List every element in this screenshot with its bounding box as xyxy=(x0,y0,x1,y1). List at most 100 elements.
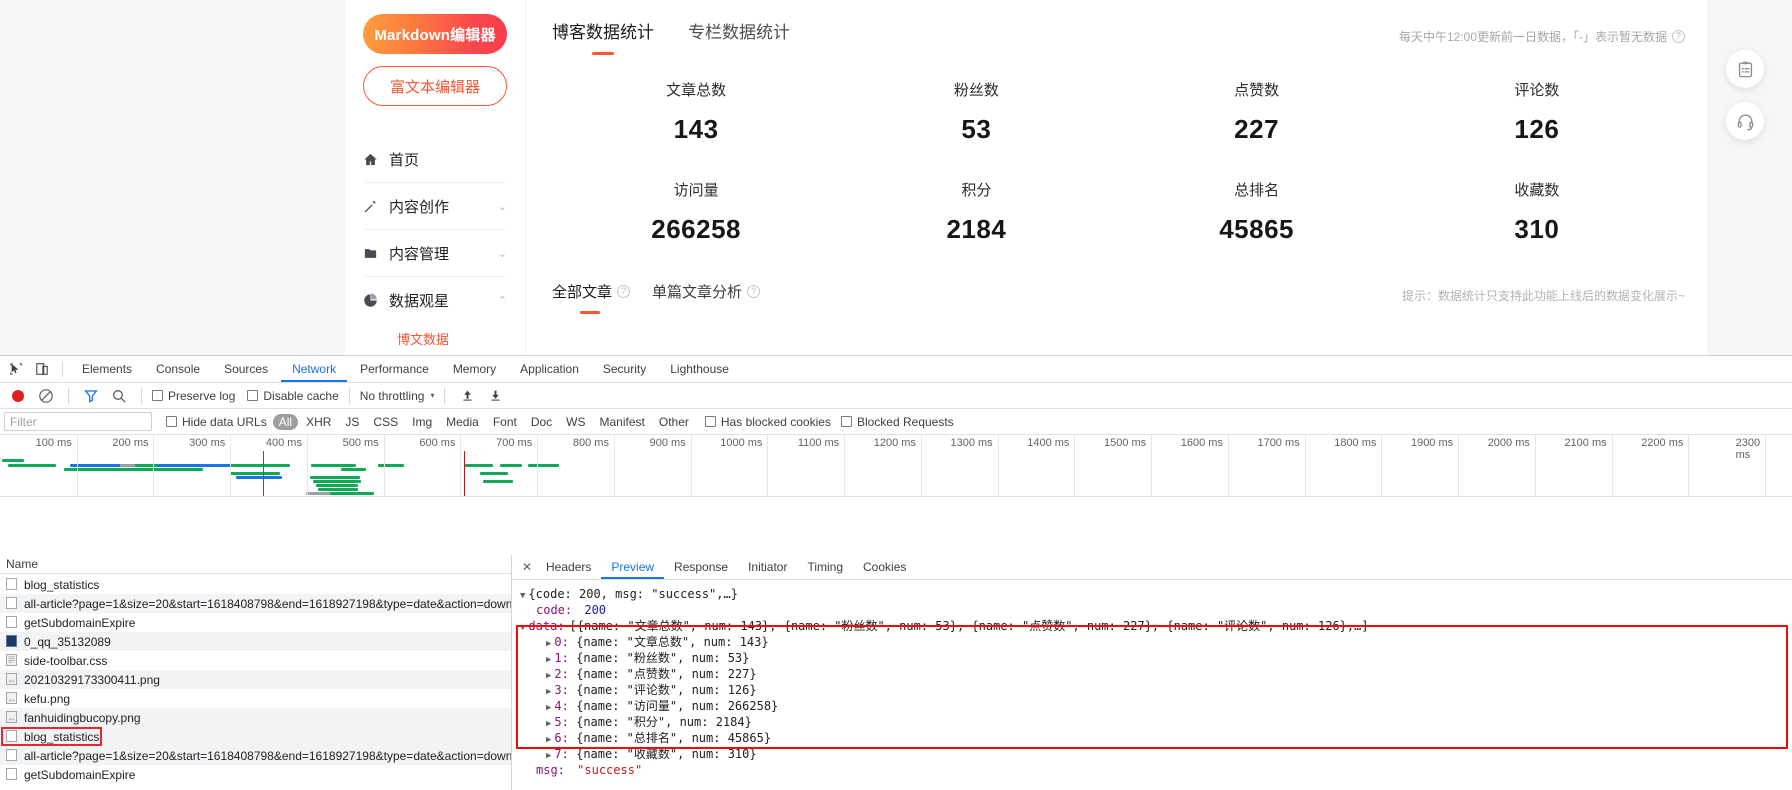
json-array-item[interactable]: ▶ 0: {name: "文章总数", num: 143} xyxy=(520,634,1792,650)
xhr-icon xyxy=(6,768,18,781)
devtools-tab-network[interactable]: Network xyxy=(281,356,347,382)
sidebar-subitem-blog-data[interactable]: 博文数据 xyxy=(363,323,507,348)
clear-icon[interactable] xyxy=(34,385,58,407)
disable-cache-checkbox[interactable]: Disable cache xyxy=(247,389,339,403)
table-row[interactable]: fanhuidingbucopy.png xyxy=(0,708,511,727)
markdown-editor-button[interactable]: Markdown编辑器 xyxy=(363,14,507,54)
detail-tab-cookies[interactable]: Cookies xyxy=(853,555,916,579)
filter-type-css[interactable]: CSS xyxy=(367,414,404,430)
filter-type-media[interactable]: Media xyxy=(440,414,485,430)
json-root-line[interactable]: ▼ {code: 200, msg: "success",…} xyxy=(520,586,1792,602)
filter-type-xhr[interactable]: XHR xyxy=(300,414,337,430)
expand-arrow-icon[interactable]: ▼ xyxy=(520,591,525,601)
tab-all-articles[interactable]: 全部文章 ? xyxy=(552,281,631,314)
sidebar-item-home[interactable]: 首页 xyxy=(363,136,507,182)
json-array-item[interactable]: ▶ 6: {name: "总排名", num: 45865} xyxy=(520,730,1792,746)
requests-column-header[interactable]: Name xyxy=(0,555,511,574)
chevron-down-icon[interactable]: ⌄ xyxy=(493,200,507,213)
table-row[interactable]: blog_statistics xyxy=(0,575,511,594)
filter-type-js[interactable]: JS xyxy=(339,414,365,430)
table-row[interactable]: getSubdomainExpire xyxy=(0,613,511,632)
detail-tab-timing[interactable]: Timing xyxy=(797,555,853,579)
help-icon[interactable]: ? xyxy=(1672,30,1685,43)
expand-arrow-icon[interactable]: ▶ xyxy=(546,639,551,649)
json-array-item[interactable]: ▶ 2: {name: "点赞数", num: 227} xyxy=(520,666,1792,682)
devtools-tab-elements[interactable]: Elements xyxy=(71,356,143,382)
table-row[interactable]: 0_qq_35132089 xyxy=(0,632,511,651)
expand-arrow-icon[interactable]: ▶ xyxy=(546,671,551,681)
filter-type-ws[interactable]: WS xyxy=(560,414,591,430)
json-data-line[interactable]: ▼ data: [{name: "文章总数", num: 143}, {name: … xyxy=(520,618,1792,634)
expand-arrow-icon[interactable]: ▶ xyxy=(546,751,551,761)
blocked-requests-checkbox[interactable]: Blocked Requests xyxy=(840,414,954,429)
devtools-tab-application[interactable]: Application xyxy=(509,356,590,382)
json-preview[interactable]: ▼ {code: 200, msg: "success",…} code: 200… xyxy=(512,581,1792,790)
expand-arrow-icon[interactable]: ▶ xyxy=(546,719,551,729)
expand-arrow-icon[interactable]: ▶ xyxy=(546,735,551,745)
hide-data-urls-checkbox[interactable]: Hide data URLs xyxy=(166,415,267,429)
tab-column-statistics[interactable]: 专栏数据统计 xyxy=(688,18,790,53)
table-row[interactable]: kefu.png xyxy=(0,689,511,708)
filter-type-manifest[interactable]: Manifest xyxy=(594,414,651,430)
load-event-marker xyxy=(464,451,465,496)
has-blocked-cookies-checkbox[interactable]: Has blocked cookies xyxy=(704,415,831,429)
table-row[interactable]: all-article?page=1&size=20&start=1618408… xyxy=(0,746,511,765)
help-icon[interactable]: ? xyxy=(747,285,761,298)
stat-cell: 总排名 45865 xyxy=(1117,167,1397,267)
filter-icon[interactable] xyxy=(79,385,103,407)
chevron-up-icon[interactable]: ⌃ xyxy=(493,294,507,307)
sidebar-item-data-analytics[interactable]: 数据观星 ⌃ xyxy=(363,277,507,323)
devtools-tab-lighthouse[interactable]: Lighthouse xyxy=(659,356,740,382)
devtools-tab-sources[interactable]: Sources xyxy=(213,356,279,382)
requests-list[interactable]: blog_statistics all-article?page=1&size=2… xyxy=(0,575,511,790)
network-timeline-overview[interactable]: 100 ms 200 ms 300 ms 400 ms 500 ms 600 ms 700 … xyxy=(0,435,1792,497)
rich-text-editor-button[interactable]: 富文本编辑器 xyxy=(363,66,507,106)
expand-arrow-icon[interactable]: ▶ xyxy=(546,703,551,713)
expand-arrow-icon[interactable]: ▼ xyxy=(520,623,525,633)
json-array-item[interactable]: ▶ 4: {name: "访问量", num: 266258} xyxy=(520,698,1792,714)
json-array-item[interactable]: ▶ 5: {name: "积分", num: 2184} xyxy=(520,714,1792,730)
blocked-requests-label: Blocked Requests xyxy=(856,414,954,429)
tab-single-article-analysis[interactable]: 单篇文章分析 ? xyxy=(652,281,761,311)
filter-type-font[interactable]: Font xyxy=(487,414,523,430)
download-icon[interactable] xyxy=(483,385,507,407)
device-toolbar-icon[interactable] xyxy=(30,358,54,380)
table-row[interactable]: getSubdomainExpire xyxy=(0,765,511,784)
json-array-item[interactable]: ▶ 1: {name: "粉丝数", num: 53} xyxy=(520,650,1792,666)
inspect-element-icon[interactable] xyxy=(4,358,28,380)
preserve-log-checkbox[interactable]: Preserve log xyxy=(152,389,235,403)
help-icon[interactable]: ? xyxy=(617,285,631,298)
filter-input[interactable] xyxy=(4,412,152,431)
json-array-item[interactable]: ▶ 7: {name: "收藏数", num: 310} xyxy=(520,746,1792,762)
detail-tab-preview[interactable]: Preview xyxy=(601,555,664,579)
tab-blog-statistics[interactable]: 博客数据统计 xyxy=(552,18,654,53)
upload-icon[interactable] xyxy=(455,385,479,407)
sidebar-item-content-creation[interactable]: 内容创作 ⌄ xyxy=(363,183,507,229)
search-icon[interactable] xyxy=(107,385,131,407)
filter-type-other[interactable]: Other xyxy=(653,414,695,430)
chevron-down-icon[interactable]: ⌄ xyxy=(493,247,507,260)
detail-tab-initiator[interactable]: Initiator xyxy=(738,555,797,579)
filter-type-all[interactable]: All xyxy=(272,413,299,430)
devtools-tab-console[interactable]: Console xyxy=(145,356,211,382)
clipboard-icon[interactable] xyxy=(1726,50,1764,88)
close-icon[interactable]: ✕ xyxy=(518,560,536,574)
table-row[interactable]: blog_statistics xyxy=(0,727,511,746)
table-row[interactable]: 20210329173300411.png xyxy=(0,670,511,689)
table-row[interactable]: side-toolbar.css xyxy=(0,651,511,670)
expand-arrow-icon[interactable]: ▶ xyxy=(546,655,551,665)
record-button[interactable] xyxy=(6,385,30,407)
headset-icon[interactable] xyxy=(1726,102,1764,140)
devtools-tab-performance[interactable]: Performance xyxy=(349,356,440,382)
throttling-select[interactable]: No throttling ▾ xyxy=(360,389,435,403)
filter-type-img[interactable]: Img xyxy=(406,414,438,430)
devtools-tab-security[interactable]: Security xyxy=(592,356,657,382)
json-array-item[interactable]: ▶ 3: {name: "评论数", num: 126} xyxy=(520,682,1792,698)
detail-tab-response[interactable]: Response xyxy=(664,555,738,579)
devtools-tab-memory[interactable]: Memory xyxy=(442,356,507,382)
sidebar-item-content-management[interactable]: 内容管理 ⌄ xyxy=(363,230,507,276)
table-row[interactable]: all-article?page=1&size=20&start=1618408… xyxy=(0,594,511,613)
expand-arrow-icon[interactable]: ▶ xyxy=(546,687,551,697)
filter-type-doc[interactable]: Doc xyxy=(525,414,558,430)
detail-tab-headers[interactable]: Headers xyxy=(536,555,601,579)
